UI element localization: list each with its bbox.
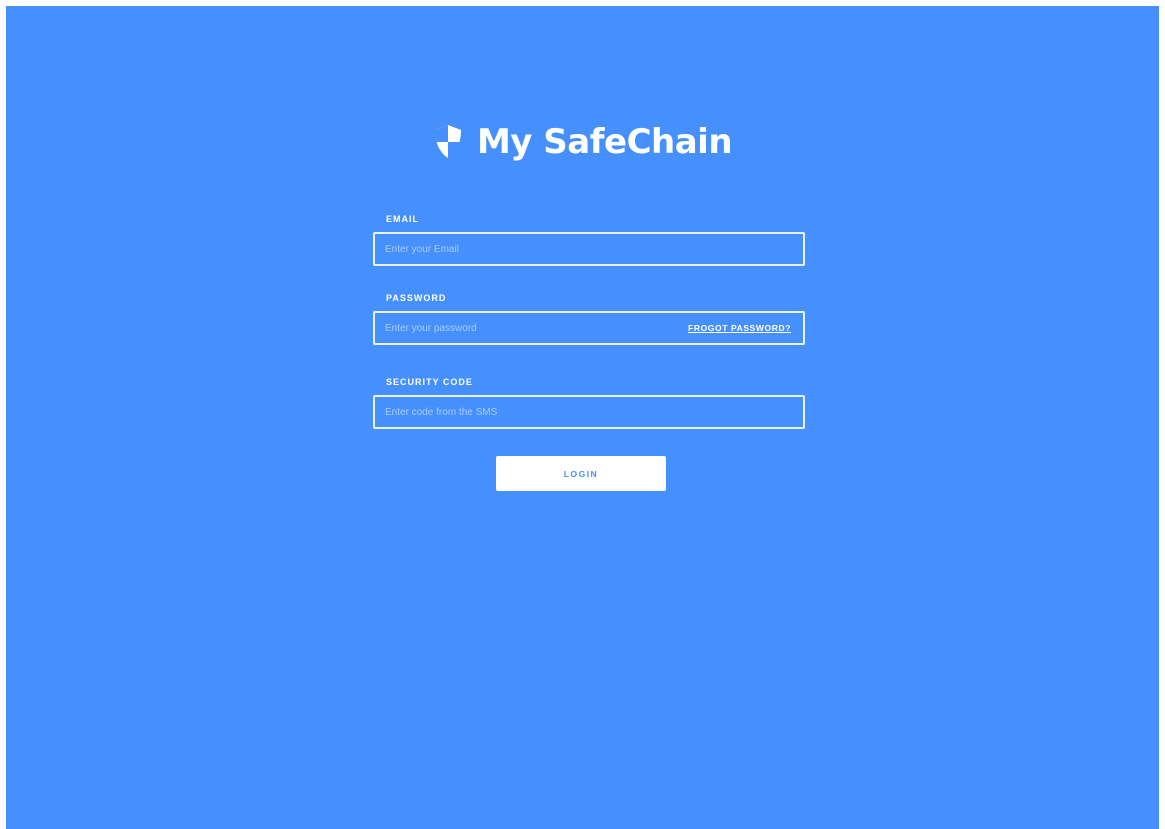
- email-input-box[interactable]: [373, 232, 805, 266]
- brand-header: My SafeChain: [6, 122, 1159, 162]
- login-screen: My SafeChain EMAIL PASSWORD FROGOT PASSW…: [6, 6, 1159, 829]
- shield-icon: [434, 125, 461, 158]
- email-label: EMAIL: [386, 214, 419, 224]
- security-code-label: SECURITY CODE: [386, 377, 473, 387]
- login-button[interactable]: LOGIN: [496, 456, 666, 491]
- password-input[interactable]: [375, 313, 689, 343]
- forgot-password-link[interactable]: FROGOT PASSWORD?: [688, 323, 791, 333]
- security-code-input-box[interactable]: [373, 395, 805, 429]
- security-code-field-group: SECURITY CODE: [373, 376, 805, 429]
- security-code-input[interactable]: [375, 397, 803, 427]
- password-label: PASSWORD: [386, 293, 447, 303]
- email-input[interactable]: [375, 234, 803, 264]
- password-input-box[interactable]: FROGOT PASSWORD?: [373, 311, 805, 345]
- email-field-group: EMAIL: [373, 213, 805, 266]
- brand-name: My SafeChain: [476, 122, 733, 162]
- password-field-group: PASSWORD FROGOT PASSWORD?: [373, 292, 805, 345]
